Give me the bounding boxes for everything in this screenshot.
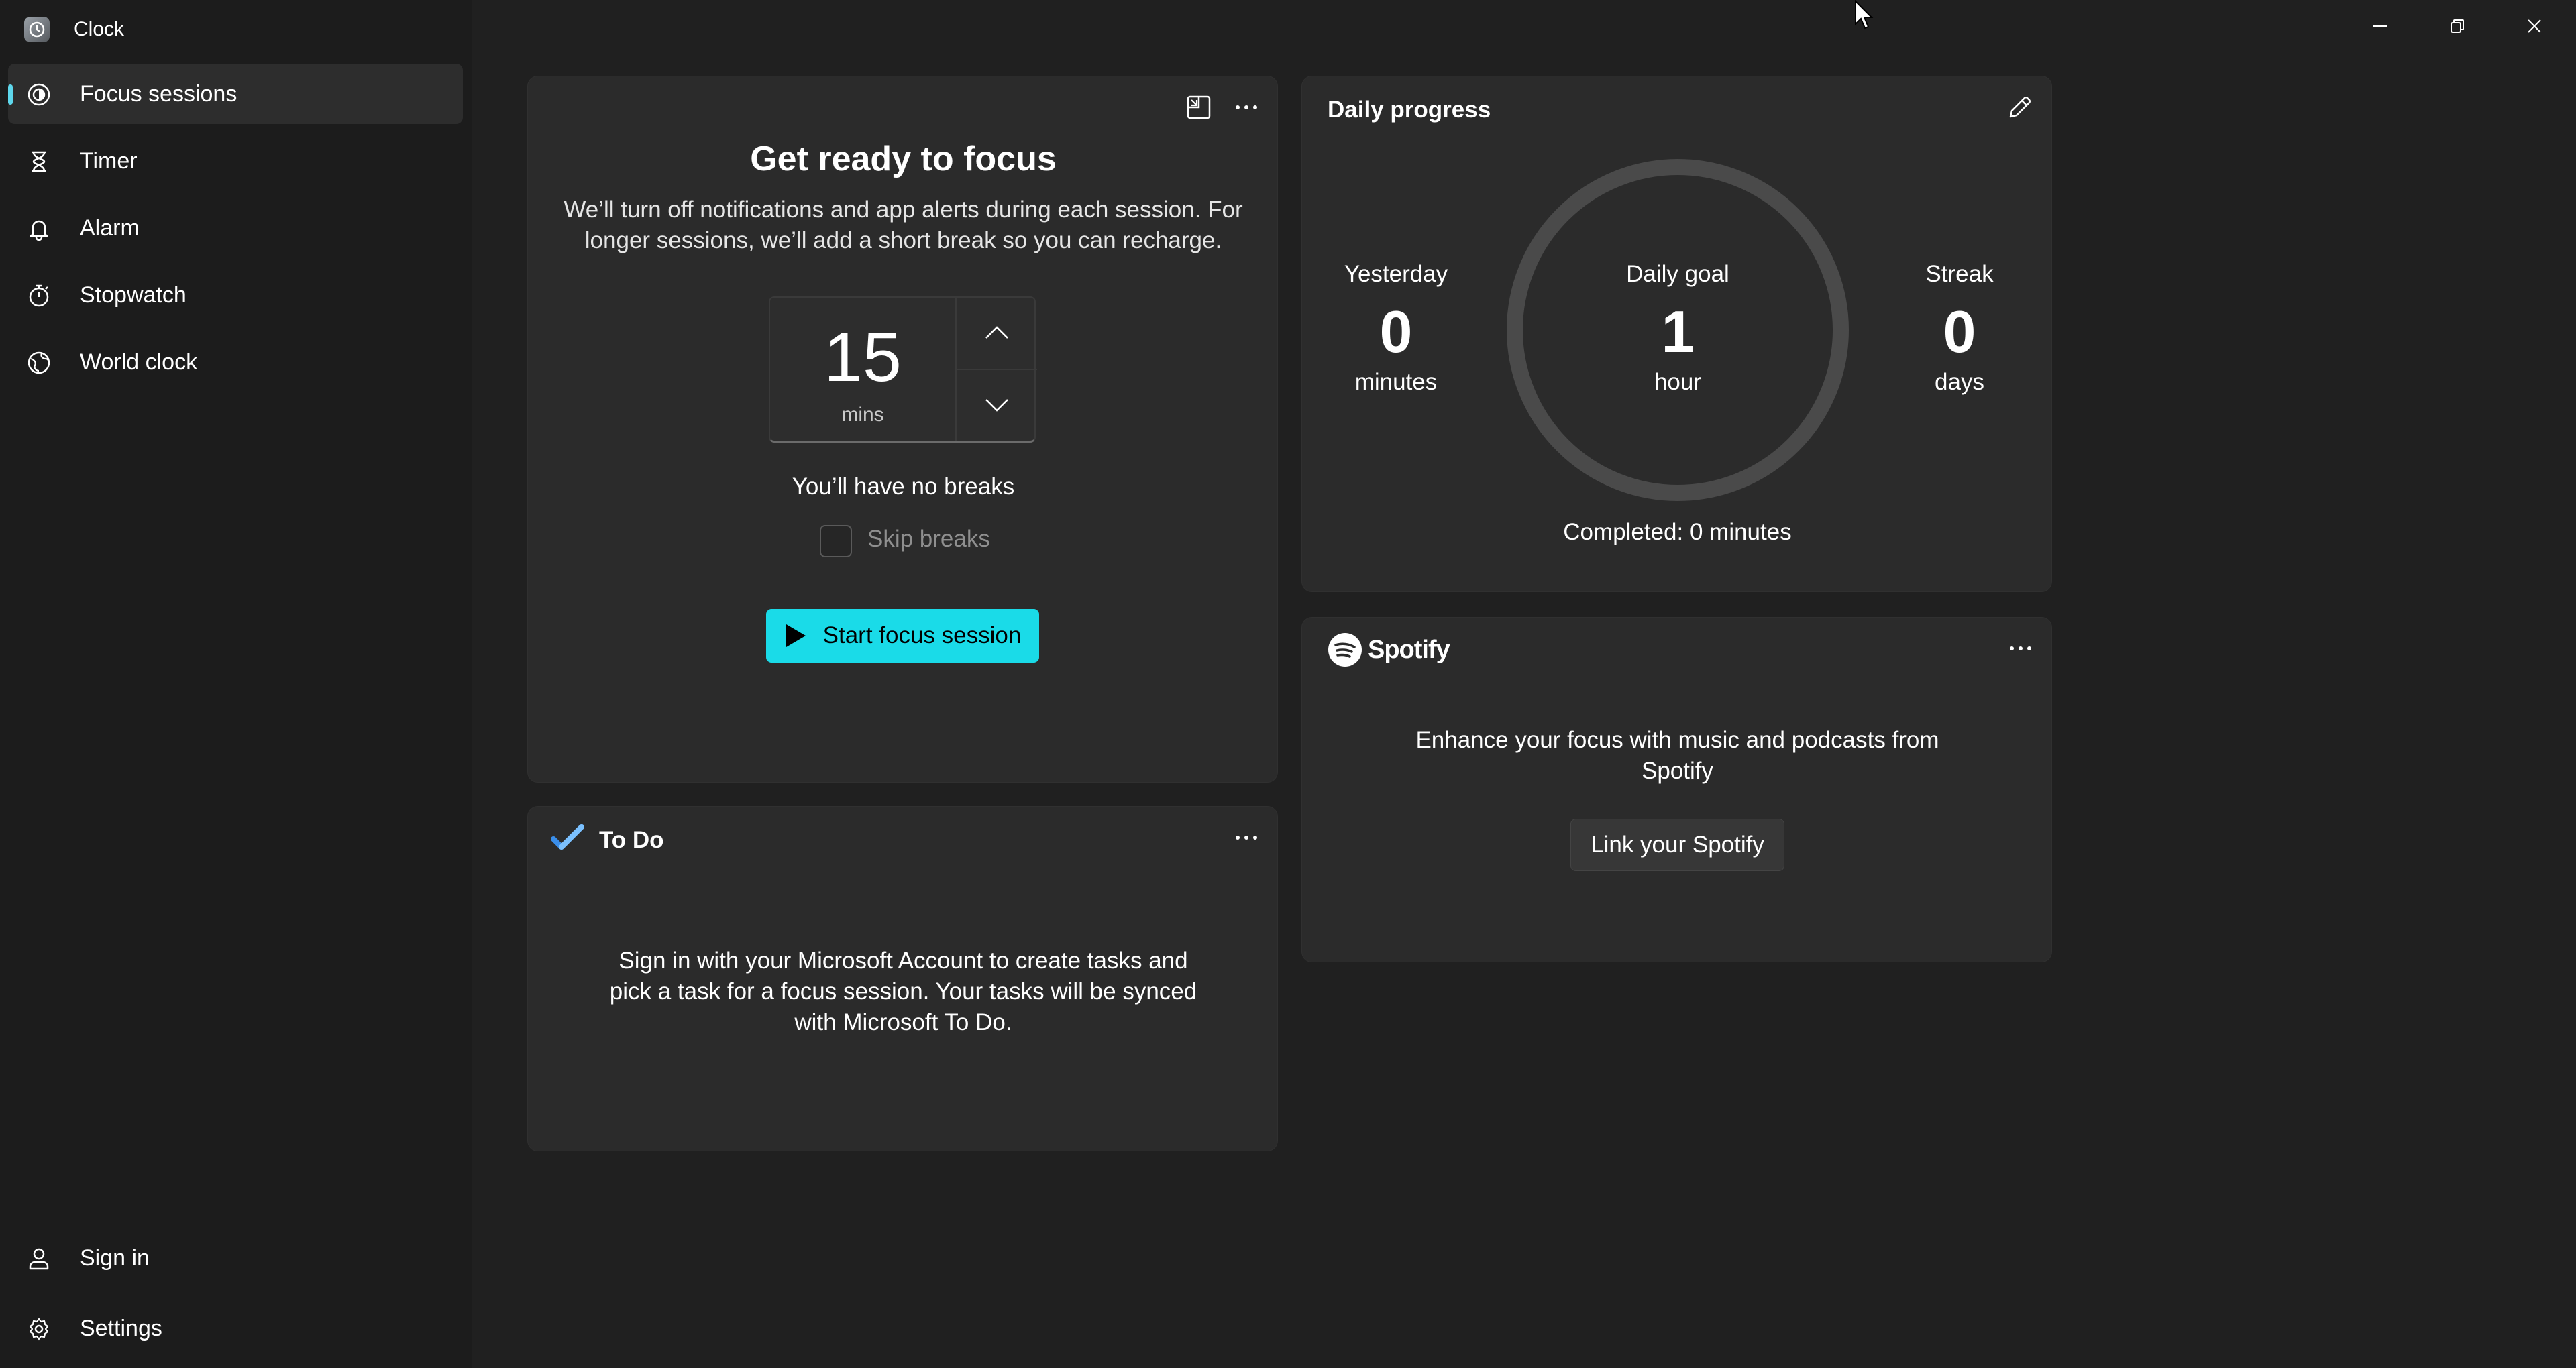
chevron-down-icon	[985, 399, 1008, 412]
stopwatch-icon	[29, 284, 49, 307]
app-title: Clock	[74, 18, 125, 40]
spotify-wordmark: Spotify	[1368, 635, 1450, 664]
streak-label: Streak	[1925, 261, 1994, 287]
close-button[interactable]	[2496, 0, 2573, 52]
daily-goal-label: Daily goal	[1626, 261, 1729, 287]
nav-item-timer[interactable]: Timer	[8, 131, 463, 191]
todo-card: To Do Sign in with your Microsoft Accoun…	[527, 806, 1278, 1151]
focus-description-line: longer sessions, we’ll add a short break…	[584, 227, 1222, 253]
daily-progress-card: Daily progress Yesterday 0 minutes Daily…	[1301, 76, 2052, 592]
nav-item-sign-in[interactable]: Sign in	[8, 1228, 463, 1288]
daily-goal-value: 1	[1661, 298, 1695, 365]
completed-text: Completed: 0 minutes	[1563, 519, 1792, 545]
minimize-icon	[2373, 25, 2387, 27]
person-icon	[29, 1248, 49, 1270]
nav-label-alarm: Alarm	[80, 215, 140, 241]
spotify-description: Enhance your focus with music and podcas…	[1302, 725, 2053, 787]
pencil-icon	[2009, 97, 2031, 118]
sidebar: Clock Focus sessions Timer Alarm Stopwat…	[0, 0, 472, 1368]
yesterday-label: Yesterday	[1344, 261, 1448, 287]
daily-goal-unit: hour	[1654, 369, 1702, 395]
mouse-cursor-icon	[1855, 0, 1874, 30]
breaks-text: You’ll have no breaks	[792, 473, 1015, 500]
close-icon	[2527, 19, 2541, 33]
nav-label-focus-sessions: Focus sessions	[80, 81, 237, 107]
compact-view-button[interactable]	[1179, 94, 1219, 121]
compact-overlay-icon	[1187, 95, 1211, 119]
nav-label-sign-in: Sign in	[80, 1245, 150, 1271]
spotify-description-line: Spotify	[1642, 758, 1713, 784]
todo-check-icon	[551, 824, 584, 850]
daily-progress-title: Daily progress	[1328, 97, 1491, 123]
nav-item-focus-sessions[interactable]: Focus sessions	[8, 64, 463, 124]
gear-icon	[29, 1318, 49, 1341]
focus-description: We’ll turn off notifications and app ale…	[528, 194, 1279, 256]
skip-breaks-label: Skip breaks	[867, 526, 990, 552]
nav-label-settings: Settings	[80, 1316, 162, 1341]
nav-item-world-clock[interactable]: World clock	[8, 332, 463, 392]
app-title-bar: Clock	[24, 16, 124, 43]
nav-item-alarm[interactable]: Alarm	[8, 198, 463, 258]
link-spotify-button[interactable]: Link your Spotify	[1570, 819, 1784, 871]
spotify-more-button[interactable]	[2000, 635, 2041, 662]
start-focus-session-label: Start focus session	[822, 622, 1022, 648]
more-icon	[1236, 836, 1257, 840]
todo-title: To Do	[599, 827, 664, 853]
todo-description: Sign in with your Microsoft Account to c…	[528, 946, 1279, 1038]
focus-more-button[interactable]	[1226, 94, 1267, 121]
globe-icon	[28, 351, 50, 374]
yesterday-unit: minutes	[1354, 369, 1438, 395]
spotify-description-line: Enhance your focus with music and podcas…	[1415, 727, 1939, 753]
bell-icon	[30, 220, 48, 241]
nav-label-timer: Timer	[80, 148, 138, 174]
more-icon	[2010, 646, 2031, 650]
streak-unit: days	[1935, 369, 1984, 395]
spotify-card: Spotify Enhance your focus with music an…	[1301, 617, 2052, 962]
duration-stepper[interactable]: 15 mins	[769, 296, 1037, 443]
todo-description-line: pick a task for a focus session. Your ta…	[609, 978, 1197, 1005]
yesterday-value: 0	[1379, 298, 1413, 365]
increase-duration-button[interactable]	[957, 298, 1037, 367]
streak-value: 0	[1943, 298, 1976, 365]
edit-goal-button[interactable]	[2000, 94, 2040, 121]
todo-description-line: with Microsoft To Do.	[794, 1009, 1012, 1035]
skip-breaks-checkbox[interactable]	[820, 525, 852, 557]
nav-label-world-clock: World clock	[80, 349, 198, 375]
focus-title: Get ready to focus	[750, 139, 1057, 178]
play-icon	[786, 624, 806, 647]
restore-button[interactable]	[2418, 0, 2496, 52]
todo-more-button[interactable]	[1226, 824, 1267, 851]
duration-value[interactable]: 15	[770, 318, 955, 398]
clock-app-icon	[24, 17, 50, 42]
todo-description-line: Sign in with your Microsoft Account to c…	[619, 948, 1188, 974]
hourglass-icon	[32, 151, 46, 172]
decrease-duration-button[interactable]	[957, 370, 1037, 440]
start-focus-session-button[interactable]: Start focus session	[766, 609, 1039, 663]
restore-icon	[2450, 19, 2464, 33]
nav-item-stopwatch[interactable]: Stopwatch	[8, 265, 463, 325]
chevron-up-icon	[985, 326, 1008, 339]
nav-item-settings[interactable]: Settings	[8, 1298, 463, 1359]
spotify-logo: Spotify	[1328, 632, 1450, 667]
nav-label-stopwatch: Stopwatch	[80, 282, 186, 308]
more-icon	[1236, 105, 1257, 109]
minimize-button[interactable]	[2341, 0, 2418, 52]
focus-description-line: We’ll turn off notifications and app ale…	[564, 196, 1243, 223]
duration-unit: mins	[841, 404, 884, 426]
focus-icon	[28, 83, 50, 106]
spotify-icon	[1328, 633, 1362, 667]
